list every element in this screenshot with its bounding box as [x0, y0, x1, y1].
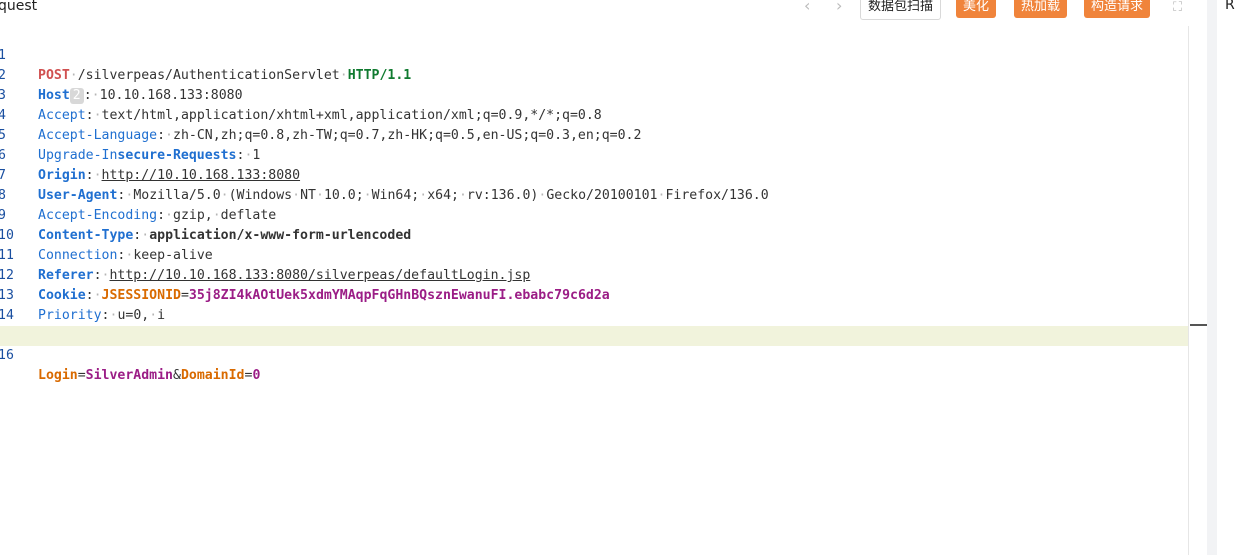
packet-scan-button[interactable]: 数据包扫描 [860, 0, 942, 20]
vertical-scrollbar[interactable] [1188, 26, 1207, 555]
header-line: 4 Accept-Language:·zh-CN,zh;q=0.8,zh-TW;… [0, 108, 642, 143]
fullscreen-icon[interactable]: ⛶ [1173, 0, 1182, 15]
header-line: 10 Connection:·keep-alive [0, 228, 213, 263]
hot-load-button[interactable]: 热加载 [1014, 0, 1068, 18]
request-toolbar: quest ‹ › 数据包扫描 美化 热加载 构造请求 ⛶ [0, 0, 1207, 26]
param-separator: & [173, 368, 181, 383]
header-line: 9 Content-Type:·application/x-www-form-u… [0, 208, 412, 243]
request-line: 1 POST·/silverpeas/AuthenticationServlet… [0, 48, 412, 83]
header-line: 5 Upgrade-Insecure-Requests:·1 [0, 128, 261, 163]
header-line: 7 User-Agent:·Mozilla/5.0·(Windows·NT·10… [0, 168, 769, 203]
param-value: SilverAdmin [85, 368, 173, 383]
response-pane: R [1217, 0, 1240, 555]
param-value: 0 [252, 368, 261, 383]
pane-divider[interactable] [1207, 0, 1217, 555]
header-line: 13 Priority:·u=0,·i [0, 288, 166, 323]
param-key: Login [38, 368, 78, 383]
line-number: 16 [0, 348, 14, 363]
forward-arrow-icon[interactable]: › [836, 0, 842, 15]
construct-request-button[interactable]: 构造请求 [1084, 0, 1151, 18]
scroll-position-marker [1190, 324, 1207, 326]
header-line: 12 Cookie:·JSESSIONID=35j8ZI4kAOtUek5xdm… [0, 268, 610, 303]
back-arrow-icon[interactable]: ‹ [804, 0, 810, 15]
header-line: 11 Referer:·http://10.10.168.133:8080/si… [0, 248, 531, 283]
header-line: 6 Origin:·http://10.10.168.133:8080 [0, 148, 301, 183]
header-line: 14 Content-Lengthauto:·49 [0, 286, 1207, 344]
body-line: 16 Login=SilverAdmin&DomainId=0 [0, 326, 1207, 383]
request-editor[interactable]: 1 POST·/silverpeas/AuthenticationServlet… [0, 26, 1207, 555]
param-key: DomainId [180, 368, 245, 383]
header-line: 3 Accept:·text/html,application/xhtml+xm… [0, 88, 602, 123]
blank-line: 15 [0, 306, 1207, 343]
panel-title: quest [0, 0, 38, 14]
beautify-button[interactable]: 美化 [956, 0, 997, 18]
header-line: 2 Host 2:·10.10.168.133:8080 [0, 68, 243, 104]
response-pane-title: R [1225, 0, 1235, 13]
header-line: 8 Accept-Encoding:·gzip,·deflate [0, 188, 277, 223]
